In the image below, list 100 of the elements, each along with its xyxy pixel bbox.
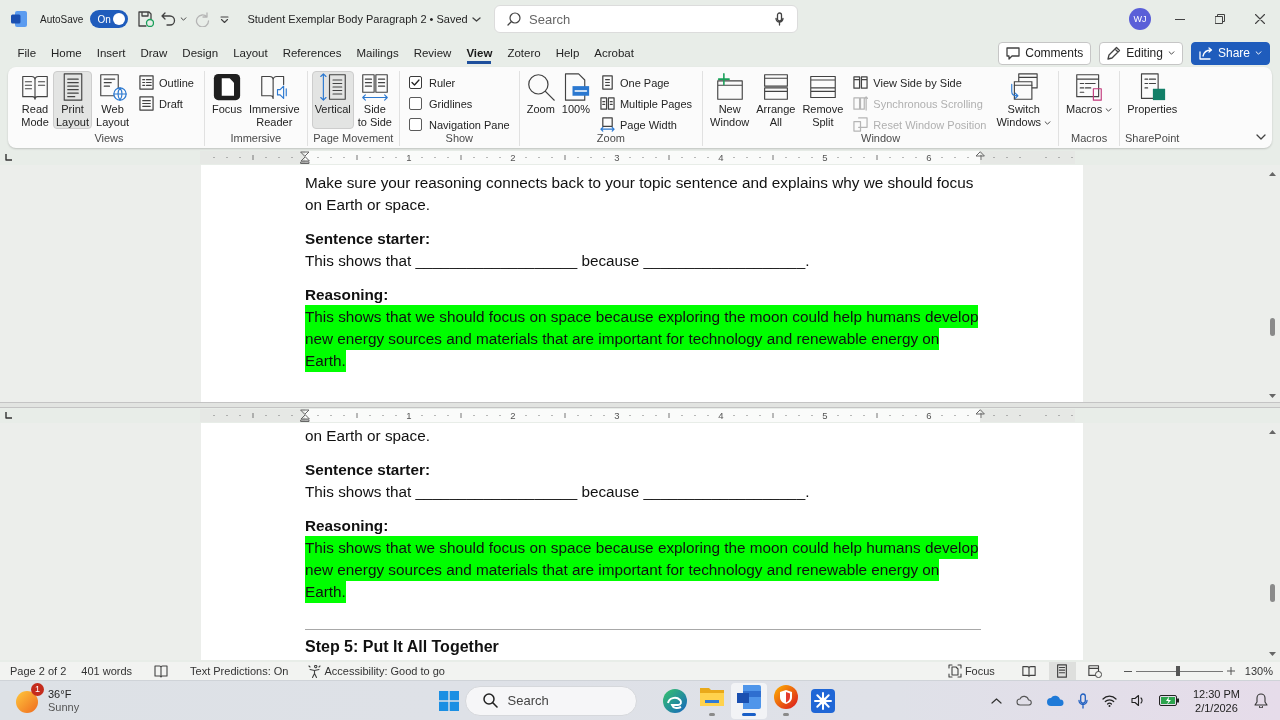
editing-button[interactable]: Editing: [1099, 41, 1183, 65]
menu-tab[interactable]: File: [10, 40, 44, 66]
chevron-up-icon[interactable]: [990, 697, 1002, 704]
ribbon-button[interactable]: Remove Split: [799, 71, 847, 129]
battery-icon[interactable]: [1158, 695, 1179, 706]
scroll-thumb[interactable]: [1270, 584, 1275, 602]
menu-tab[interactable]: References: [275, 40, 349, 66]
start-icon[interactable]: [438, 690, 459, 711]
vertical-arrow-page-icon: [318, 73, 347, 101]
page-count[interactable]: Page 2 of 2: [10, 665, 67, 677]
speaker-icon[interactable]: [1130, 694, 1145, 707]
taskbar-search-field[interactable]: Search: [464, 685, 637, 716]
indent-marker-icon[interactable]: [300, 409, 310, 422]
ribbon-button[interactable]: Multiple Pages: [595, 93, 697, 114]
margin-marker-icon[interactable]: [975, 409, 985, 415]
page-lines-icon: [1055, 664, 1070, 678]
ruler-number: 5: [822, 409, 828, 422]
scroll-up-icon[interactable]: [1269, 172, 1276, 176]
menu-tab[interactable]: Help: [548, 40, 587, 66]
print-layout-button[interactable]: [1048, 662, 1076, 680]
checkbox[interactable]: [408, 76, 422, 89]
menu-tab[interactable]: Home: [43, 40, 90, 66]
menu-tab[interactable]: Insert: [89, 40, 133, 66]
zoom-percentage[interactable]: 130%: [1244, 665, 1273, 677]
open-book-icon[interactable]: [154, 664, 169, 678]
text-predictions-button[interactable]: Text Predictions: On: [190, 665, 289, 677]
menu-tab[interactable]: Zotero: [499, 40, 549, 66]
ribbon-button[interactable]: One Page: [595, 72, 697, 93]
word-count[interactable]: 401 words: [81, 665, 133, 677]
sun-icon[interactable]: [16, 690, 38, 713]
ribbon-button[interactable]: Read Mode: [18, 71, 52, 129]
undo-icon[interactable]: [161, 12, 177, 26]
caret-down-icon[interactable]: [180, 17, 188, 21]
scroll-down-icon[interactable]: [1269, 394, 1276, 398]
cloud-icon[interactable]: [1046, 695, 1064, 706]
ribbon-button[interactable]: Outline: [135, 72, 198, 93]
accessibility-button[interactable]: Accessibility: Good to go: [308, 664, 445, 678]
ribbon-button[interactable]: 100%: [558, 71, 593, 129]
ribbon-button[interactable]: Macros: [1063, 71, 1116, 129]
ribbon-button[interactable]: Focus: [208, 71, 245, 129]
ribbon-button[interactable]: Vertical: [311, 71, 354, 129]
tab-stop-icon[interactable]: [5, 412, 12, 419]
indent-marker-icon[interactable]: [300, 151, 310, 164]
collapse-ribbon-icon[interactable]: [1256, 134, 1266, 140]
comments-button[interactable]: Comments: [998, 41, 1092, 65]
zoom-slider-thumb[interactable]: [1176, 666, 1181, 676]
microphone-icon[interactable]: [1077, 692, 1088, 709]
minimize-icon[interactable]: [1175, 18, 1185, 20]
zoom-slider[interactable]: [1135, 666, 1223, 676]
temperature[interactable]: 36°F: [48, 687, 80, 701]
wifi-icon[interactable]: [1101, 694, 1117, 707]
search-field[interactable]: Search: [494, 5, 798, 33]
save-icon[interactable]: [138, 11, 155, 27]
chevron-down-icon[interactable]: [471, 16, 481, 22]
ribbon-button[interactable]: Zoom: [523, 71, 558, 129]
tab-stop-icon[interactable]: [5, 154, 12, 161]
ribbon-button[interactable]: View Side by Side: [849, 72, 991, 93]
menu-tab[interactable]: Acrobat: [586, 40, 642, 66]
weather-condition[interactable]: Sunny: [48, 700, 80, 714]
menu-tab[interactable]: Review: [406, 40, 459, 66]
restore-icon[interactable]: [1215, 14, 1225, 24]
autosave-toggle[interactable]: On: [90, 10, 129, 28]
checkbox[interactable]: [408, 97, 422, 110]
customize-icon[interactable]: [220, 15, 230, 23]
taskbar-app-button[interactable]: [730, 682, 767, 719]
menu-tab[interactable]: Mailings: [349, 40, 407, 66]
microphone-icon[interactable]: [775, 12, 784, 26]
avatar[interactable]: WJ: [1129, 8, 1151, 30]
checkbox[interactable]: [408, 118, 422, 131]
ribbon-button[interactable]: Web Layout: [93, 71, 133, 129]
ruler[interactable]: 1 2 3 4 5 6: [200, 409, 1075, 422]
autosave-label: AutoSave: [40, 13, 84, 25]
ribbon-button[interactable]: Side to Side: [354, 71, 395, 129]
open-book-icon: [21, 73, 49, 101]
clock-date[interactable]: 2/1/2026: [1195, 700, 1238, 715]
scroll-down-icon[interactable]: [1269, 652, 1276, 656]
document-title[interactable]: Student Exemplar Body Paragraph 2 • Saved: [247, 13, 468, 25]
share-button[interactable]: Share: [1190, 41, 1270, 65]
ribbon-button[interactable]: Print Layout: [53, 71, 93, 129]
accessibility-icon: [308, 664, 322, 678]
checkbox-label: Ruler: [428, 76, 456, 89]
focus-button[interactable]: Focus: [947, 664, 995, 678]
ribbon-button[interactable]: Switch Windows: [993, 71, 1055, 129]
zoom-in-icon[interactable]: [1226, 667, 1235, 675]
ribbon-button[interactable]: Properties: [1124, 71, 1181, 129]
scroll-thumb[interactable]: [1270, 318, 1275, 336]
ribbon-button[interactable]: New Window: [707, 71, 753, 129]
margin-marker-icon[interactable]: [975, 151, 985, 157]
scroll-up-icon[interactable]: [1269, 430, 1276, 434]
ribbon-button[interactable]: Arrange All: [753, 71, 799, 129]
clock-time[interactable]: 12:30 PM: [1192, 686, 1240, 701]
close-icon[interactable]: [1255, 14, 1265, 24]
ribbon-button[interactable]: Draft: [135, 93, 198, 114]
bell-icon[interactable]: [1254, 693, 1268, 708]
ribbon-button[interactable]: Immersive Reader: [245, 71, 303, 129]
menu-tab[interactable]: Draw: [133, 40, 175, 66]
menu-tab[interactable]: Layout: [225, 40, 276, 66]
cloud-icon[interactable]: [1015, 695, 1033, 706]
ruler[interactable]: 1 2 3 4 5 6: [200, 151, 1075, 164]
menu-tab[interactable]: Design: [174, 40, 226, 66]
